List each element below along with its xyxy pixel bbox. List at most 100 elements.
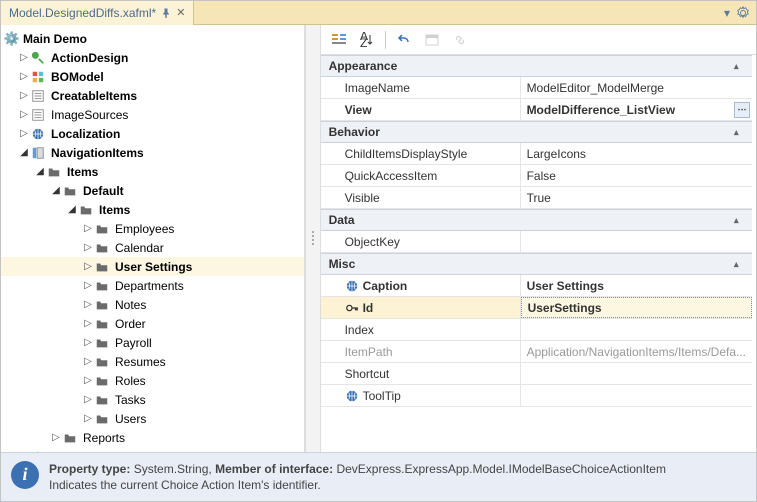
prop-value[interactable]: ModelDifference_ListView⋯ <box>521 99 752 120</box>
tree-node-payroll[interactable]: ▷ Payroll <box>1 333 304 352</box>
expand-arrow-icon[interactable]: ▷ <box>81 242 95 253</box>
tree-node-default[interactable]: ◢Default <box>1 181 304 200</box>
prop-name: Shortcut <box>321 363 521 384</box>
tree-node-actiondesign[interactable]: ▷ActionDesign <box>1 48 304 67</box>
expand-arrow-icon[interactable]: ▷ <box>81 375 95 386</box>
tree-node-bomodel[interactable]: ▷ BOModel <box>1 67 304 86</box>
tree-label: Departments <box>113 279 184 293</box>
tree-node-resumes[interactable]: ▷Resumes <box>1 352 304 371</box>
folder-icon <box>95 317 113 331</box>
prop-value[interactable]: UserSettings <box>521 297 752 318</box>
tree-node-imagesources[interactable]: ▷ImageSources <box>1 105 304 124</box>
tree-node-user-settings[interactable]: ▷User Settings <box>1 257 304 276</box>
prop-value[interactable]: Application/NavigationItems/Items/Defa..… <box>521 341 752 362</box>
tree-node-notes[interactable]: ▷Notes <box>1 295 304 314</box>
tree-node-order[interactable]: ▷Order <box>1 314 304 333</box>
expand-arrow-icon[interactable]: ◢ <box>17 147 31 158</box>
expand-arrow-icon[interactable]: ◢ <box>49 185 63 196</box>
ellipsis-button[interactable]: ⋯ <box>734 102 750 118</box>
prop-value[interactable]: ModelEditor_ModelMerge <box>521 77 752 98</box>
prop-caption[interactable]: CaptionUser Settings <box>321 275 752 297</box>
prop-itempath[interactable]: ItemPathApplication/NavigationItems/Item… <box>321 341 752 363</box>
folder-icon <box>47 165 65 179</box>
expand-arrow-icon[interactable]: ▷ <box>17 109 31 120</box>
category-behavior[interactable]: Behavior ▴ <box>321 121 752 143</box>
prop-visible[interactable]: VisibleTrue <box>321 187 752 209</box>
category-label: Behavior <box>329 125 380 139</box>
tree-node-calendar[interactable]: ▷Calendar <box>1 238 304 257</box>
folder-icon <box>95 241 113 255</box>
tree-node-tasks[interactable]: ▷Tasks <box>1 390 304 409</box>
expand-arrow-icon[interactable]: ▷ <box>81 337 95 348</box>
tree-node-employees[interactable]: ▷Employees <box>1 219 304 238</box>
tree-node-localization[interactable]: ▷ Localization <box>1 124 304 143</box>
expand-arrow-icon[interactable]: ▷ <box>17 71 31 82</box>
category-misc[interactable]: Misc▴ <box>321 253 752 275</box>
prop-shortcut[interactable]: Shortcut <box>321 363 752 385</box>
collapse-icon[interactable]: ▴ <box>734 127 744 138</box>
category-appearance[interactable]: Appearance▴ <box>321 55 752 77</box>
prop-quickaccessitem[interactable]: QuickAccessItemFalse <box>321 165 752 187</box>
expand-arrow-icon[interactable]: ◢ <box>33 166 47 177</box>
prop-value[interactable] <box>521 363 752 384</box>
window-dropdown-icon[interactable]: ▾ <box>724 6 730 20</box>
prop-name: ChildItemsDisplayStyle <box>321 143 521 164</box>
expand-arrow-icon[interactable]: ▷ <box>81 280 95 291</box>
prop-value[interactable]: User Settings <box>521 275 752 296</box>
tree-node-reports[interactable]: ▷Reports <box>1 428 304 447</box>
sort-icon[interactable]: AZ <box>357 30 377 50</box>
tree-label: Localization <box>49 127 120 141</box>
expand-arrow-icon[interactable]: ▷ <box>81 299 95 310</box>
folder-icon <box>95 374 113 388</box>
close-icon[interactable]: ✕ <box>176 6 185 19</box>
expand-arrow-icon[interactable]: ▷ <box>81 318 95 329</box>
tree-node-departments[interactable]: ▷ Departments <box>1 276 304 295</box>
prop-tooltip[interactable]: ToolTip <box>321 385 752 407</box>
prop-id[interactable]: IdUserSettings <box>321 297 752 319</box>
prop-childitemsdisplaystyle[interactable]: ChildItemsDisplayStyleLargeIcons <box>321 143 752 165</box>
prop-index[interactable]: Index <box>321 319 752 341</box>
tree-label: BOModel <box>49 70 104 84</box>
tree-panel[interactable]: ⚙️ Main Demo ▷ActionDesign▷BOModel▷Creat… <box>1 25 305 452</box>
expand-arrow-icon[interactable]: ▷ <box>81 394 95 405</box>
prop-objectkey[interactable]: ObjectKey <box>321 231 752 253</box>
document-tab[interactable]: Model.DesignedDiffs.xafml* ✕ <box>1 1 194 25</box>
gear-icon[interactable] <box>736 6 750 20</box>
tree-node-roles[interactable]: ▷Roles <box>1 371 304 390</box>
tree-node-items[interactable]: ◢Items <box>1 162 304 181</box>
expand-arrow-icon[interactable]: ▷ <box>49 432 63 443</box>
prop-value[interactable] <box>521 231 752 252</box>
pin-icon[interactable] <box>160 7 172 19</box>
tree-node-users[interactable]: ▷Users <box>1 409 304 428</box>
expand-arrow-icon[interactable]: ▷ <box>81 356 95 367</box>
tree-node-creatableitems[interactable]: ▷CreatableItems <box>1 86 304 105</box>
tree-root[interactable]: ⚙️ Main Demo <box>1 29 304 48</box>
categorize-icon[interactable] <box>329 30 349 50</box>
expand-arrow-icon[interactable]: ▷ <box>81 413 95 424</box>
link-icon <box>450 30 470 50</box>
tree-node-items[interactable]: ◢Items <box>1 200 304 219</box>
prop-value[interactable] <box>521 319 752 340</box>
prop-value[interactable]: LargeIcons <box>521 143 752 164</box>
collapse-icon[interactable]: ▴ <box>734 215 744 226</box>
collapse-icon[interactable]: ▴ <box>734 259 744 270</box>
expand-arrow-icon[interactable]: ▷ <box>81 261 95 272</box>
category-data[interactable]: Data▴ <box>321 209 752 231</box>
expand-arrow-icon[interactable]: ▷ <box>17 52 31 63</box>
tree-node-navigationitems[interactable]: ◢NavigationItems <box>1 143 304 162</box>
tree-label: Payroll <box>113 336 152 350</box>
collapse-icon[interactable]: ▴ <box>734 61 744 72</box>
expand-arrow-icon[interactable]: ▷ <box>17 90 31 101</box>
undo-icon[interactable] <box>394 30 414 50</box>
prop-value[interactable] <box>521 385 752 406</box>
prop-value[interactable]: True <box>521 187 752 208</box>
prop-imagename[interactable]: ImageNameModelEditor_ModelMerge <box>321 77 752 99</box>
window-icon <box>422 30 442 50</box>
splitter[interactable] <box>305 25 321 452</box>
expand-arrow-icon[interactable]: ◢ <box>65 204 79 215</box>
expand-arrow-icon[interactable]: ▷ <box>81 223 95 234</box>
prop-view[interactable]: ViewModelDifference_ListView⋯ <box>321 99 752 121</box>
prop-value[interactable]: False <box>521 165 752 186</box>
prop-name: View <box>321 99 521 120</box>
expand-arrow-icon[interactable]: ▷ <box>17 128 31 139</box>
